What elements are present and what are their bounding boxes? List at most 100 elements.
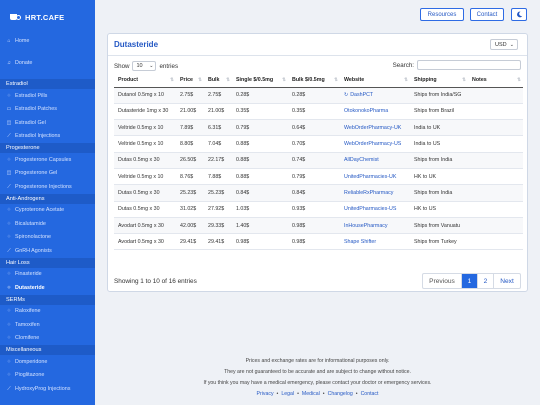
website-link-cell[interactable]: ReliableRxPharmacy bbox=[340, 184, 410, 202]
table-cell: HK to UK bbox=[410, 168, 468, 186]
table-cell: Ships from India bbox=[410, 184, 468, 202]
sidebar-item-raloxifene[interactable]: ⁘ Raloxifene bbox=[0, 305, 95, 319]
website-link-cell[interactable]: WebOrderPharmacy-US bbox=[340, 135, 410, 153]
website-link[interactable]: OtokonokoPharma bbox=[344, 108, 388, 114]
table-info: Showing 1 to 10 of 16 entries bbox=[114, 278, 197, 285]
footer-link-contact[interactable]: Contact bbox=[361, 391, 379, 397]
table-cell: 0.98$ bbox=[288, 217, 340, 235]
column-header-label: Product bbox=[118, 77, 139, 84]
sidebar-item-pioglitazone[interactable]: ⁘ Pioglitazone bbox=[0, 369, 95, 383]
previous-page-button[interactable]: Previous bbox=[423, 274, 461, 288]
website-link[interactable]: WebOrderPharmacy-UK bbox=[344, 125, 401, 131]
footer-links: Privacy • Legal • Medical • Changelog • Contact bbox=[95, 389, 540, 400]
website-link[interactable]: Shape Shifter bbox=[344, 239, 376, 245]
table-cell: 2.75$ bbox=[204, 87, 232, 104]
website-link[interactable]: UnitedPharmacies-UK bbox=[344, 174, 396, 180]
website-link-cell[interactable]: UnitedPharmacies-US bbox=[340, 201, 410, 218]
website-link-cell[interactable]: WebOrderPharmacy-UK bbox=[340, 119, 410, 137]
sidebar-item-estradiol-patches[interactable]: ▭ Estradiol Patches bbox=[0, 103, 95, 117]
sidebar-item-progesterone-injections[interactable]: ⟋ Progesterone Injections bbox=[0, 180, 95, 194]
website-link-cell[interactable]: AllDayChemist bbox=[340, 152, 410, 169]
sidebar-item-clomifene[interactable]: ⁘ Clomifene bbox=[0, 332, 95, 346]
sidebar-item-progesterone-gel[interactable]: ◫ Progesterone Gel bbox=[0, 167, 95, 181]
sidebar-item-estradiol-pills[interactable]: ⁘ Estradiol Pills bbox=[0, 89, 95, 103]
sidebar-item-finasteride[interactable]: ⁘ Finasteride bbox=[0, 268, 95, 282]
sidebar-item-estradiol-injections[interactable]: ⟋ Estradiol Injections bbox=[0, 130, 95, 144]
website-link[interactable]: ReliableRxPharmacy bbox=[344, 190, 393, 196]
page-2-button[interactable]: 2 bbox=[477, 274, 493, 288]
sidebar-section-header: Estradiol bbox=[0, 79, 95, 89]
sidebar-item-gnrh-agonists[interactable]: ⟋ GnRH Agonists bbox=[0, 244, 95, 258]
footer-link-legal[interactable]: Legal bbox=[281, 391, 294, 397]
sidebar-item-label: Home bbox=[15, 37, 30, 44]
footer-link-changelog[interactable]: Changelog bbox=[328, 391, 353, 397]
table-cell: Ships from Turkey bbox=[410, 233, 468, 251]
sidebar-item-home[interactable]: ⌂ Home bbox=[0, 34, 95, 48]
sort-icon: ⇅ bbox=[404, 77, 408, 82]
website-link-cell[interactable]: ↻ DashPCT bbox=[340, 87, 410, 104]
contact-button[interactable]: Contact bbox=[470, 8, 504, 21]
table-cell: 1.03$ bbox=[232, 201, 288, 218]
sidebar-item-label: Domperidone bbox=[15, 358, 48, 365]
next-page-button[interactable]: Next bbox=[493, 274, 520, 288]
table-cell bbox=[468, 152, 523, 169]
website-link-cell[interactable]: OtokonokoPharma bbox=[340, 103, 410, 121]
table-cell: HK to US bbox=[410, 201, 468, 218]
website-link[interactable]: DashPCT bbox=[350, 92, 373, 98]
chevron-down-icon: ⌄ bbox=[149, 63, 154, 69]
pill-icon: ⁘ bbox=[6, 372, 12, 379]
pill-icon: ⁘ bbox=[6, 220, 12, 227]
sidebar-item-donate[interactable]: ♫ Donate bbox=[0, 57, 95, 71]
page-1-button[interactable]: 1 bbox=[461, 274, 477, 288]
sidebar-item-hydroxyprog-injections[interactable]: ⟋ HydroxyProg Injections bbox=[0, 382, 95, 396]
table-cell: 0.98$ bbox=[232, 233, 288, 251]
column-header-notes[interactable]: Notes ⇅ bbox=[468, 74, 523, 88]
sidebar-item-progesterone-capsules[interactable]: ⁘ Progesterone Capsules bbox=[0, 153, 95, 167]
website-link[interactable]: InHousePharmacy bbox=[344, 223, 388, 229]
table-row: Dutas 0.5mg x 30 25.23$ 25.23$ 0.84$ 0.84$ Re… bbox=[114, 184, 523, 202]
syringe-icon: ⟋ bbox=[7, 183, 11, 190]
search-input[interactable] bbox=[417, 60, 521, 70]
column-header-label: Bulk bbox=[208, 77, 220, 84]
column-header-website[interactable]: Website ⇅ bbox=[340, 74, 410, 88]
theme-toggle-button[interactable] bbox=[511, 8, 527, 21]
sidebar-item-label: Estradiol Injections bbox=[15, 133, 61, 140]
website-link[interactable]: UnitedPharmacies-US bbox=[344, 206, 396, 212]
resources-button[interactable]: Resources bbox=[420, 8, 464, 21]
table-cell: 27.92$ bbox=[204, 201, 232, 218]
table-cell bbox=[468, 184, 523, 202]
website-link[interactable]: WebOrderPharmacy-US bbox=[344, 141, 401, 147]
sidebar-item-estradiol-gel[interactable]: ◫ Estradiol Gel bbox=[0, 116, 95, 130]
footer-link-privacy[interactable]: Privacy bbox=[257, 391, 274, 397]
table-cell: Ships from India bbox=[410, 152, 468, 169]
table-cell: 0.93$ bbox=[288, 201, 340, 218]
sidebar-item-bicalutamide[interactable]: ⁘ Bicalutamide bbox=[0, 217, 95, 231]
column-header-product[interactable]: Product ⇅ bbox=[114, 74, 176, 88]
syringe-icon: ⟋ bbox=[7, 385, 11, 392]
table-row: Veltride 0.5mg x 10 8.80$ 7.04$ 0.88$ 0.70$ W… bbox=[114, 135, 523, 153]
column-header-price[interactable]: Price ⇅ bbox=[176, 74, 204, 88]
website-link[interactable]: AllDayChemist bbox=[344, 157, 379, 163]
currency-select[interactable]: USD ⌄ bbox=[490, 39, 518, 50]
footer-link-medical[interactable]: Medical bbox=[302, 391, 320, 397]
entries-select[interactable]: 10 ⌄ bbox=[132, 61, 157, 71]
column-header-single-0-5mg[interactable]: Single $/0.5mg ⇅ bbox=[232, 74, 288, 88]
sidebar-item-spironolactone[interactable]: ⁘ Spironolactone bbox=[0, 231, 95, 245]
sidebar-item-domperidone[interactable]: ⁘ Domperidone bbox=[0, 355, 95, 369]
website-link-cell[interactable]: UnitedPharmacies-UK bbox=[340, 168, 410, 186]
table-row: Dutas 0.5mg x 30 26.50$ 22.17$ 0.88$ 0.74$ Al… bbox=[114, 152, 523, 169]
table-header-row: Product ⇅ Price ⇅ Bulk ⇅ Single $/0.5mg ⇅ Bulk $… bbox=[114, 74, 523, 88]
website-link-cell[interactable]: Shape Shifter bbox=[340, 233, 410, 251]
column-header-shipping[interactable]: Shipping ⇅ bbox=[410, 74, 468, 88]
sidebar-item-cyproterone-acetate[interactable]: ⁘ Cyproterone Acetate bbox=[0, 204, 95, 218]
brand-logo[interactable]: HRT.CAFE bbox=[0, 0, 95, 34]
column-header-bulk-0-5mg[interactable]: Bulk $/0.5mg ⇅ bbox=[288, 74, 340, 88]
column-header-bulk[interactable]: Bulk ⇅ bbox=[204, 74, 232, 88]
website-link-cell[interactable]: InHousePharmacy bbox=[340, 217, 410, 235]
table-cell: Ships from Brazil bbox=[410, 103, 468, 121]
coffee-cup-icon bbox=[10, 13, 21, 21]
pill-icon: ⁘ bbox=[6, 308, 12, 315]
sidebar-item-tamoxifen[interactable]: ⁘ Tamoxifen bbox=[0, 318, 95, 332]
pill-icon: ⁘ bbox=[6, 335, 12, 342]
sidebar-item-dutasteride[interactable]: ⁘ Dutasteride bbox=[0, 281, 95, 295]
